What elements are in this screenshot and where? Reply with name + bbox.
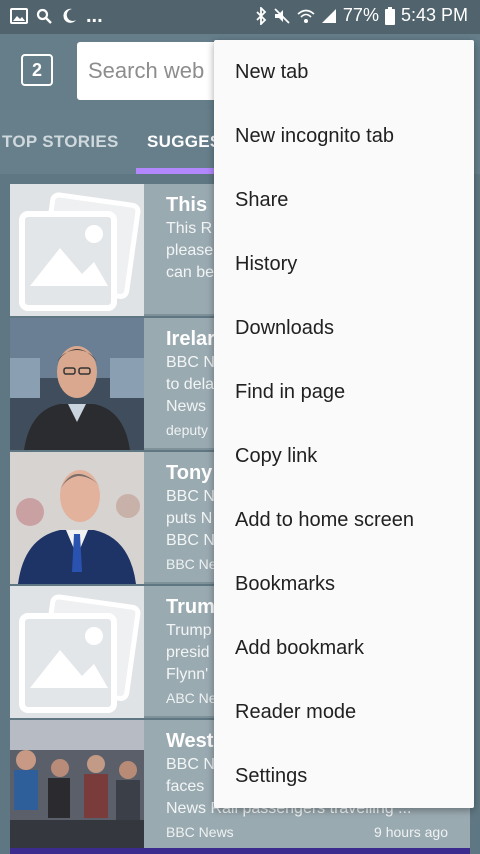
wifi-icon [297,9,315,23]
status-bar-left: ... [10,6,103,26]
overflow-menu: New tab New incognito tab Share History … [214,40,474,808]
search-icon [36,8,52,24]
card-source: deputy [166,422,209,438]
menu-item-new-incognito-tab[interactable]: New incognito tab [214,104,474,168]
card-source: BBC News [166,824,234,840]
tab-top-stories[interactable]: TOP STORIES [2,132,119,152]
menu-item-history[interactable]: History [214,232,474,296]
menu-item-settings[interactable]: Settings [214,744,474,808]
menu-item-add-bookmark[interactable]: Add bookmark [214,616,474,680]
menu-item-reader-mode[interactable]: Reader mode [214,680,474,744]
battery-percent: 77% [342,5,379,25]
status-bar: ... 77% 5:43 PM [0,0,480,34]
menu-item-share[interactable]: Share [214,168,474,232]
tab-suggested[interactable]: SUGGES [147,132,222,152]
moon-icon [63,8,76,23]
tab-switcher-button[interactable]: 2 [21,54,53,86]
news-thumbnail [10,318,144,450]
menu-item-copy-link[interactable]: Copy link [214,424,474,488]
image-icon [10,8,28,24]
card-time: 9 hours ago [374,824,448,840]
card-source: BBC Ne [166,556,217,572]
status-bar-right: 77% 5:43 PM [255,5,468,26]
bottom-accent-bar [10,848,470,854]
clock: 5:43 PM [400,5,468,25]
menu-item-new-tab[interactable]: New tab [214,40,474,104]
mute-icon [274,7,290,24]
menu-item-bookmarks[interactable]: Bookmarks [214,552,474,616]
image-placeholder-icon [10,184,144,316]
image-placeholder-icon [10,586,144,718]
menu-item-downloads[interactable]: Downloads [214,296,474,360]
menu-item-find-in-page[interactable]: Find in page [214,360,474,424]
news-thumbnail [10,452,144,584]
bluetooth-icon [256,6,267,25]
battery-icon [384,6,395,25]
news-thumbnail [10,720,144,852]
signal-icon [321,8,336,23]
status-ellipsis: ... [86,5,103,27]
menu-item-add-to-home-screen[interactable]: Add to home screen [214,488,474,552]
card-source: ABC Ne [166,690,217,706]
